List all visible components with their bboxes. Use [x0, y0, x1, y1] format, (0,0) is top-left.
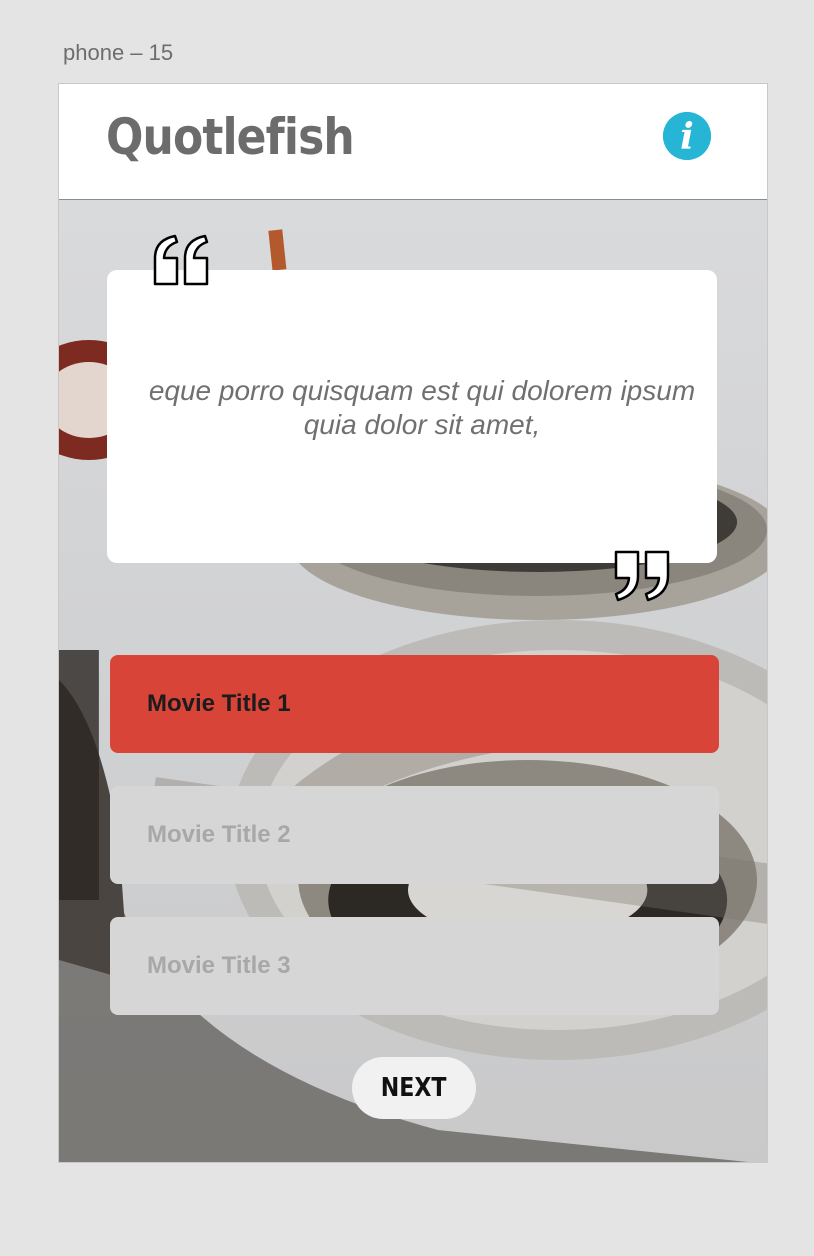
- answer-option-1[interactable]: Movie Title 1: [110, 655, 719, 753]
- info-icon: i: [663, 112, 711, 160]
- app-header: Quotlefish i: [59, 84, 767, 200]
- info-button[interactable]: i: [663, 112, 711, 160]
- answer-option-label: Movie Title 3: [147, 952, 291, 979]
- answer-option-label: Movie Title 1: [147, 690, 291, 717]
- next-button-label: NEXT: [381, 1073, 447, 1103]
- svg-text:i: i: [680, 116, 694, 158]
- quote-text: eque porro quisquam est qui dolorem ipsu…: [148, 375, 696, 440]
- answer-option-3[interactable]: Movie Title 3: [110, 917, 719, 1015]
- app-title: Quotlefish: [106, 108, 355, 166]
- artboard-label: phone – 15: [63, 40, 174, 65]
- phone-screen: Quotlefish i eque porro quisquam est qui…: [58, 83, 768, 1163]
- answer-option-2[interactable]: Movie Title 2: [110, 786, 719, 884]
- open-quote-icon: [153, 234, 209, 286]
- answer-option-label: Movie Title 2: [147, 821, 291, 848]
- close-quote-icon: [614, 550, 670, 602]
- next-button[interactable]: NEXT: [352, 1057, 476, 1119]
- quote-card: eque porro quisquam est qui dolorem ipsu…: [107, 270, 717, 563]
